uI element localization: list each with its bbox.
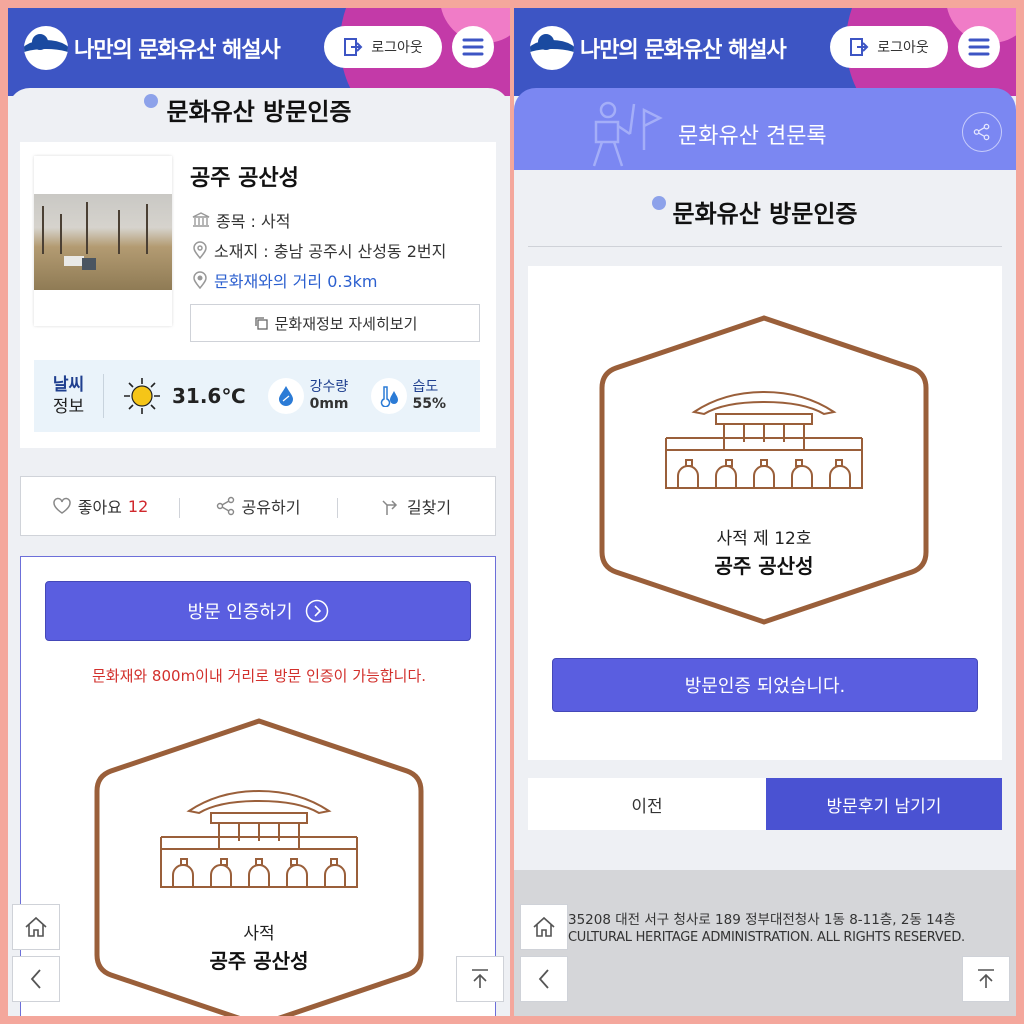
page-title: 문화유산 방문인증	[8, 92, 510, 127]
rainfall: 강수량 0mm	[267, 378, 349, 414]
chevron-left-icon	[30, 969, 41, 989]
travelogue-band: 문화유산 견문록	[514, 88, 1016, 170]
write-review-button[interactable]: 방문후기 남기기	[766, 778, 1002, 830]
directions-button[interactable]: 길찾기	[337, 494, 495, 518]
action-bar: 좋아요 12 공유하기 길찾기	[20, 476, 496, 536]
heritage-location: 소재지 : 충남 공주시 산성동 2번지	[192, 238, 446, 262]
fortress-gate-icon	[160, 789, 358, 888]
share-icon	[973, 123, 990, 141]
government-logo[interactable]	[530, 26, 574, 70]
back-button[interactable]	[520, 956, 568, 1002]
raindrop-icon	[278, 386, 293, 406]
certification-card: 방문 인증하기 문화재와 800m이내 거리로 방문 인증이 가능합니다. 사적…	[20, 556, 496, 1016]
humidity-icon	[380, 386, 398, 407]
back-button[interactable]	[12, 956, 60, 1002]
badge-category: 사적	[243, 924, 275, 944]
weather-panel: 날씨 정보 31.6℃ 강수량 0mm 습도 55%	[34, 360, 480, 432]
share-button[interactable]	[962, 112, 1002, 152]
home-icon	[25, 916, 47, 937]
arrow-up-to-line-icon	[978, 969, 994, 988]
logout-icon	[344, 38, 363, 56]
app-title[interactable]: 나만의 문화유산 해설사	[74, 32, 281, 64]
hiker-icon	[592, 101, 663, 167]
home-icon	[533, 916, 555, 937]
distance-pin-icon	[193, 271, 207, 289]
app-header: 나만의 문화유산 해설사 로그아웃	[8, 8, 510, 96]
badge-heritage-name: 공주 공산성	[209, 949, 309, 973]
directions-icon	[382, 500, 397, 515]
heritage-badge: 사적 공주 공산성	[93, 713, 425, 1016]
logout-label: 로그아웃	[371, 40, 423, 56]
menu-button[interactable]	[452, 26, 494, 68]
heart-icon	[52, 497, 71, 514]
arrow-circle-icon	[305, 599, 328, 623]
badge-heritage-name: 공주 공산성	[714, 554, 814, 578]
copy-icon	[254, 317, 268, 330]
logout-button[interactable]: 로그아웃	[830, 26, 948, 68]
arrow-up-to-line-icon	[472, 969, 488, 988]
heritage-distance: 문화재와의 거리 0.3km	[192, 268, 378, 292]
heritage-badge: 사적 제 12호 공주 공산성	[598, 310, 930, 630]
heritage-card: 공주 공산성 종목 : 사적 소재지 : 충남 공주시 산성동 2번지 문화재와…	[20, 142, 496, 448]
certified-status-button[interactable]: 방문인증 되었습니다.	[552, 658, 978, 712]
logout-label: 로그아웃	[877, 40, 929, 56]
heritage-name: 공주 공산성	[190, 166, 299, 191]
museum-icon	[192, 212, 210, 227]
heritage-type: 종목 : 사적	[192, 208, 290, 232]
menu-button[interactable]	[958, 26, 1000, 68]
logout-button[interactable]: 로그아웃	[324, 26, 442, 68]
distance-notice: 문화재와 800m이내 거리로 방문 인증이 가능합니다.	[91, 667, 427, 685]
like-count: 12	[127, 496, 149, 516]
home-button[interactable]	[12, 904, 60, 950]
page-title: 문화유산 방문인증	[514, 194, 1016, 229]
scroll-top-button[interactable]	[456, 956, 504, 1002]
heritage-detail-button[interactable]: 문화재정보 자세히보기	[190, 304, 480, 342]
prev-button[interactable]: 이전	[528, 778, 766, 830]
right-screen: 나만의 문화유산 해설사 로그아웃 문화유산 견문록 문화유산 방문인증 사적 …	[514, 8, 1016, 1016]
footer-copyright: CULTURAL HERITAGE ADMINISTRATION. ALL RI…	[568, 930, 965, 945]
visit-certify-button[interactable]: 방문 인증하기	[45, 581, 471, 641]
home-button[interactable]	[520, 904, 568, 950]
temperature: 31.6℃	[172, 384, 246, 408]
app-header: 나만의 문화유산 해설사 로그아웃	[514, 8, 1016, 96]
left-screen: 나만의 문화유산 해설사 로그아웃 문화유산 방문인증 공주 공산성 종목: …	[8, 8, 510, 1016]
logout-icon	[850, 38, 869, 56]
share-button[interactable]: 공유하기	[179, 494, 337, 518]
hamburger-icon	[968, 38, 990, 56]
share-icon	[216, 496, 234, 516]
bottom-nav: 이전 방문후기 남기기	[528, 778, 1002, 830]
band-title: 문화유산 견문록	[678, 124, 827, 149]
divider	[528, 246, 1002, 247]
sun-icon	[124, 378, 160, 414]
badge-designation: 사적 제 12호	[716, 529, 812, 549]
humidity: 습도 55%	[370, 378, 446, 414]
footer: 35208 대전 서구 청사로 189 정부대전청사 1동 8-11층, 2동 …	[514, 870, 1016, 1016]
footer-address: 35208 대전 서구 청사로 189 정부대전청사 1동 8-11층, 2동 …	[568, 912, 956, 928]
government-logo[interactable]	[24, 26, 68, 70]
heritage-photo[interactable]	[34, 156, 172, 326]
like-button[interactable]: 좋아요 12	[21, 494, 179, 518]
app-title[interactable]: 나만의 문화유산 해설사	[580, 32, 787, 64]
weather-label: 날씨 정보	[34, 374, 104, 418]
fortress-gate-icon	[665, 390, 863, 489]
chevron-left-icon	[538, 969, 549, 989]
location-pin-icon	[193, 241, 207, 259]
main-content: 문화유산 방문인증 공주 공산성 종목 : 사적 소재지: 충남 공주시 산성…	[8, 88, 510, 1016]
hamburger-icon	[462, 38, 484, 56]
scroll-top-button[interactable]	[962, 956, 1010, 1002]
